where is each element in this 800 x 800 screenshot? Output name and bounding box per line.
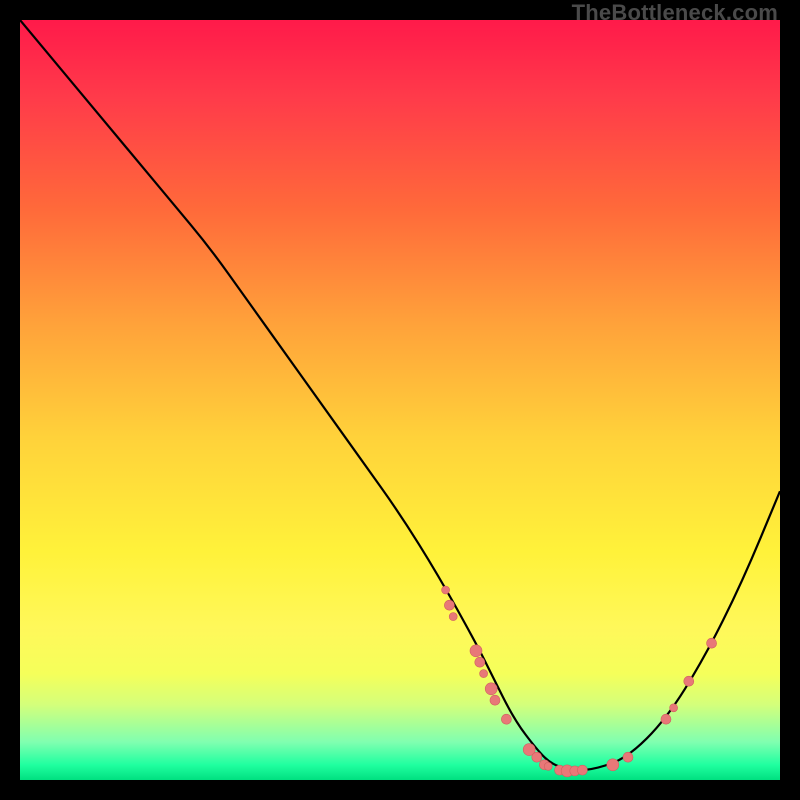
data-marker	[442, 586, 450, 594]
data-marker	[480, 670, 488, 678]
watermark-text: TheBottleneck.com	[572, 0, 778, 26]
data-marker	[490, 695, 500, 705]
data-marker	[449, 613, 457, 621]
plot-area	[20, 20, 780, 780]
data-marker	[661, 714, 671, 724]
data-marker	[532, 752, 542, 762]
data-marker	[475, 657, 485, 667]
data-marker	[544, 762, 552, 770]
data-marker	[707, 638, 717, 648]
data-marker	[485, 683, 497, 695]
data-marker	[470, 645, 482, 657]
curve-svg	[20, 20, 780, 780]
data-marker	[684, 676, 694, 686]
data-marker	[623, 752, 633, 762]
data-marker	[577, 765, 587, 775]
data-marker	[670, 704, 678, 712]
data-markers-group	[442, 586, 717, 777]
data-marker	[501, 714, 511, 724]
chart-frame: TheBottleneck.com	[0, 0, 800, 800]
data-marker	[444, 600, 454, 610]
bottleneck-curve-line	[20, 20, 780, 770]
data-marker	[607, 759, 619, 771]
